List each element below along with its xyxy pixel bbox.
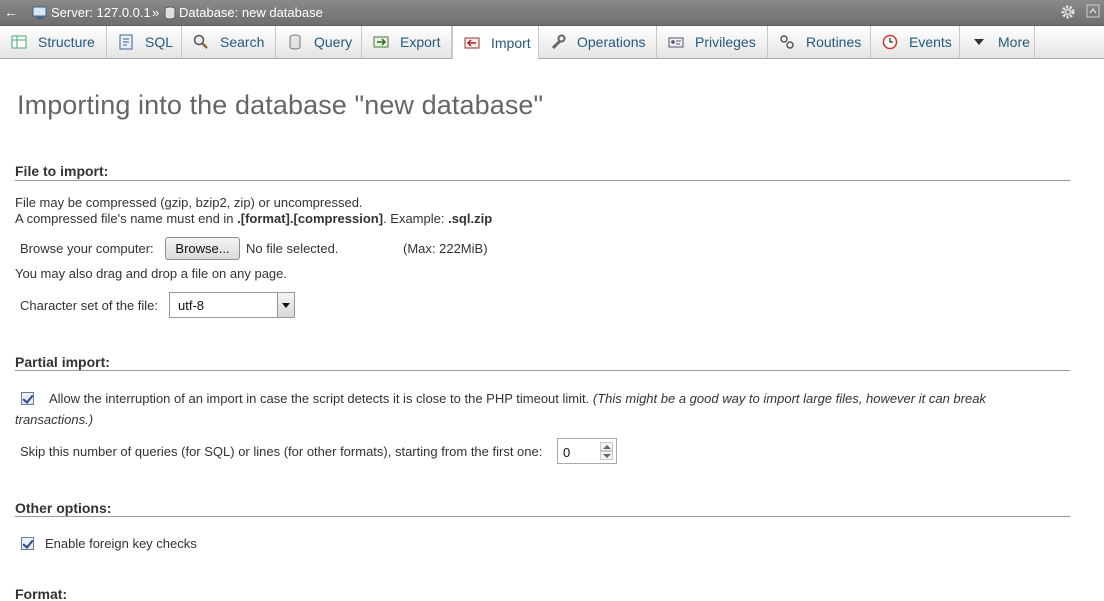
max-upload-size: (Max: 222MiB) [403, 241, 488, 256]
breadcrumb-separator: » [152, 5, 160, 20]
tab-sql[interactable]: SQL [107, 26, 182, 58]
tab-events[interactable]: Events [871, 26, 960, 58]
routines-icon [780, 35, 794, 49]
export-icon [373, 36, 389, 48]
partial-import-legend: Partial import: [15, 354, 110, 370]
browse-label: Browse your computer: [20, 241, 154, 256]
tab-more[interactable]: More [960, 26, 1035, 58]
tab-privileges-label: Privileges [695, 34, 756, 50]
browse-button[interactable]: Browse... [165, 237, 240, 260]
database-icon [164, 6, 176, 19]
number-spinner[interactable] [600, 442, 613, 460]
tab-export-label: Export [400, 34, 441, 50]
clock-icon [882, 34, 898, 50]
page-title: Importing into the database "new databas… [17, 90, 544, 120]
extension-format: .[format].[compression] [237, 211, 384, 226]
breadcrumb-database[interactable]: Database: new database [164, 5, 323, 20]
tab-import[interactable]: Import [452, 26, 539, 59]
tab-export[interactable]: Export [362, 26, 452, 58]
tab-events-label: Events [909, 34, 952, 50]
skip-queries-label: Skip this number of queries (for SQL) or… [20, 444, 543, 459]
foreign-key-label: Enable foreign key checks [45, 536, 197, 551]
extension-note-mid: . Example: [383, 211, 449, 226]
charset-value: utf-8 [178, 298, 205, 313]
skip-queries-input[interactable]: 0 [557, 438, 617, 464]
tab-operations-label: Operations [577, 34, 646, 50]
breadcrumb-database-label: Database: new database [179, 5, 323, 20]
tab-query-label: Query [314, 34, 353, 50]
tab-structure[interactable]: Structure [0, 26, 107, 58]
allow-interrupt-checkbox[interactable] [21, 392, 34, 405]
tab-structure-label: Structure [38, 34, 95, 50]
file-status: No file selected. [246, 241, 339, 256]
tab-routines-label: Routines [806, 34, 862, 50]
wrench-icon [551, 34, 566, 50]
import-icon [464, 37, 480, 48]
allow-interrupt-label: Allow the interruption of an import in c… [49, 391, 590, 406]
tab-query[interactable]: Query [276, 26, 362, 58]
query-icon [289, 34, 301, 50]
extension-note-prefix: A compressed file's name must end in [15, 211, 238, 226]
skip-queries-value: 0 [563, 445, 571, 460]
top-breadcrumb-bar: ← Server: 127.0.0.1 » Database: new data… [0, 0, 1104, 26]
extension-example: .sql.zip [448, 211, 493, 226]
allow-interrupt-note-cont: transactions.) [15, 412, 94, 427]
sql-icon [119, 34, 133, 50]
foreign-key-checkbox[interactable] [21, 537, 34, 550]
back-arrow-icon[interactable]: ← [4, 3, 22, 21]
dropdown-arrow-icon[interactable] [277, 293, 294, 317]
allow-interrupt-row: Allow the interruption of an import in c… [49, 391, 986, 406]
section-divider [15, 180, 1070, 181]
tab-operations[interactable]: Operations [539, 26, 657, 58]
charset-select[interactable]: utf-8 [169, 292, 295, 318]
tab-routines[interactable]: Routines [768, 26, 871, 58]
drag-drop-note: You may also drag and drop a file on any… [15, 266, 287, 281]
tab-search[interactable]: Search [182, 26, 276, 58]
tab-privileges[interactable]: Privileges [657, 26, 768, 58]
chevron-down-icon [974, 39, 984, 45]
section-divider [15, 516, 1070, 517]
tab-search-label: Search [220, 34, 265, 50]
search-icon [193, 34, 208, 49]
tab-sql-label: SQL [145, 34, 174, 50]
file-to-import-legend: File to import: [15, 163, 109, 179]
format-legend: Format: [15, 586, 68, 601]
collapse-icon[interactable] [1086, 4, 1100, 18]
compression-extension-note: A compressed file's name must end in .[f… [15, 211, 492, 226]
other-options-legend: Other options: [15, 500, 112, 516]
main-tab-bar: Structure SQL Search Query Export Import… [0, 26, 1104, 59]
privileges-icon [668, 37, 684, 48]
spin-down-icon[interactable] [600, 451, 613, 460]
allow-interrupt-note: (This might be a good way to import larg… [592, 391, 986, 406]
spin-up-icon[interactable] [600, 442, 613, 451]
tab-more-label: More [998, 34, 1030, 50]
tab-import-label: Import [491, 34, 531, 51]
breadcrumb-server-label: Server: 127.0.0.1 [51, 5, 151, 20]
server-icon [32, 6, 47, 19]
section-divider [15, 370, 1070, 371]
charset-label: Character set of the file: [20, 298, 159, 313]
gear-icon[interactable] [1060, 4, 1076, 20]
structure-icon [11, 35, 27, 49]
breadcrumb-server[interactable]: Server: 127.0.0.1 [32, 5, 151, 20]
compression-note: File may be compressed (gzip, bzip2, zip… [15, 195, 363, 210]
